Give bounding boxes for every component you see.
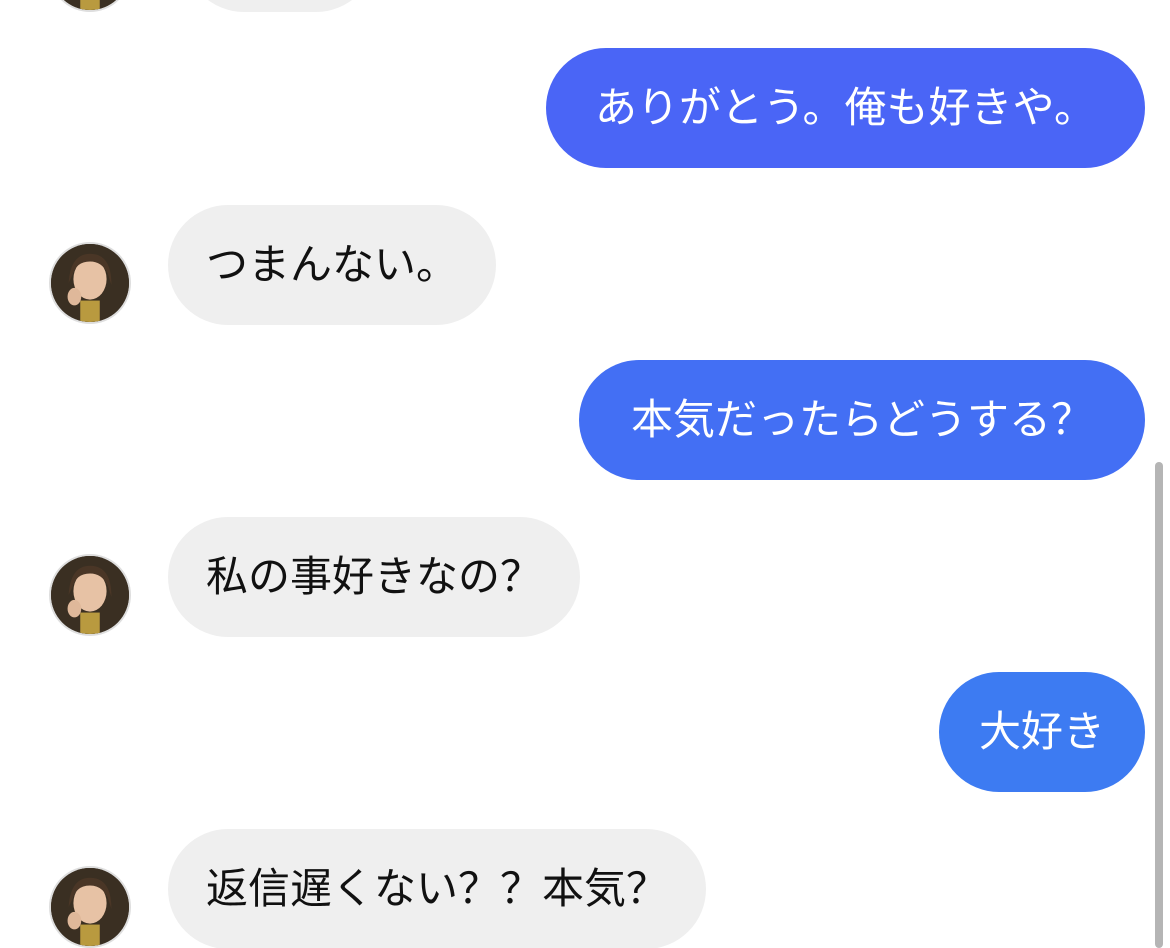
sent-message-bubble[interactable]: 本気だったらどうする？	[579, 360, 1145, 480]
sent-message-bubble[interactable]: ありがとう。俺も好きや。	[546, 48, 1145, 168]
contact-photo-icon	[51, 0, 129, 10]
contact-avatar[interactable]	[49, 242, 131, 324]
message-text: 返信遅くない？？本気？	[206, 864, 669, 913]
contact-photo-icon	[51, 244, 129, 322]
message-text: 私の事好きなの？	[206, 552, 543, 601]
message-text: 大好き	[979, 707, 1106, 756]
chat-thread[interactable]: ありがとう。俺も好きや。 つまんない。 本気だったらどうする？ 私の事好きなの？…	[0, 0, 1170, 948]
received-message-bubble[interactable]: つまんない。	[168, 205, 497, 325]
scrollbar[interactable]	[1155, 462, 1163, 948]
contact-avatar[interactable]	[49, 554, 131, 636]
message-text: つまんない。	[206, 240, 459, 289]
contact-photo-icon	[51, 556, 129, 634]
contact-avatar[interactable]	[49, 866, 131, 948]
message-text: ありがとう。俺も好きや。	[594, 83, 1097, 132]
contact-photo-icon	[51, 868, 129, 946]
contact-avatar[interactable]	[49, 0, 131, 12]
received-message-bubble[interactable]: 私の事好きなの？	[168, 517, 581, 637]
received-message-bubble[interactable]: 返信遅くない？？本気？	[168, 829, 707, 948]
received-message-bubble[interactable]	[184, 0, 376, 12]
message-text: 本気だったらどうする？	[630, 395, 1093, 444]
sent-message-bubble[interactable]: 大好き	[939, 672, 1145, 792]
